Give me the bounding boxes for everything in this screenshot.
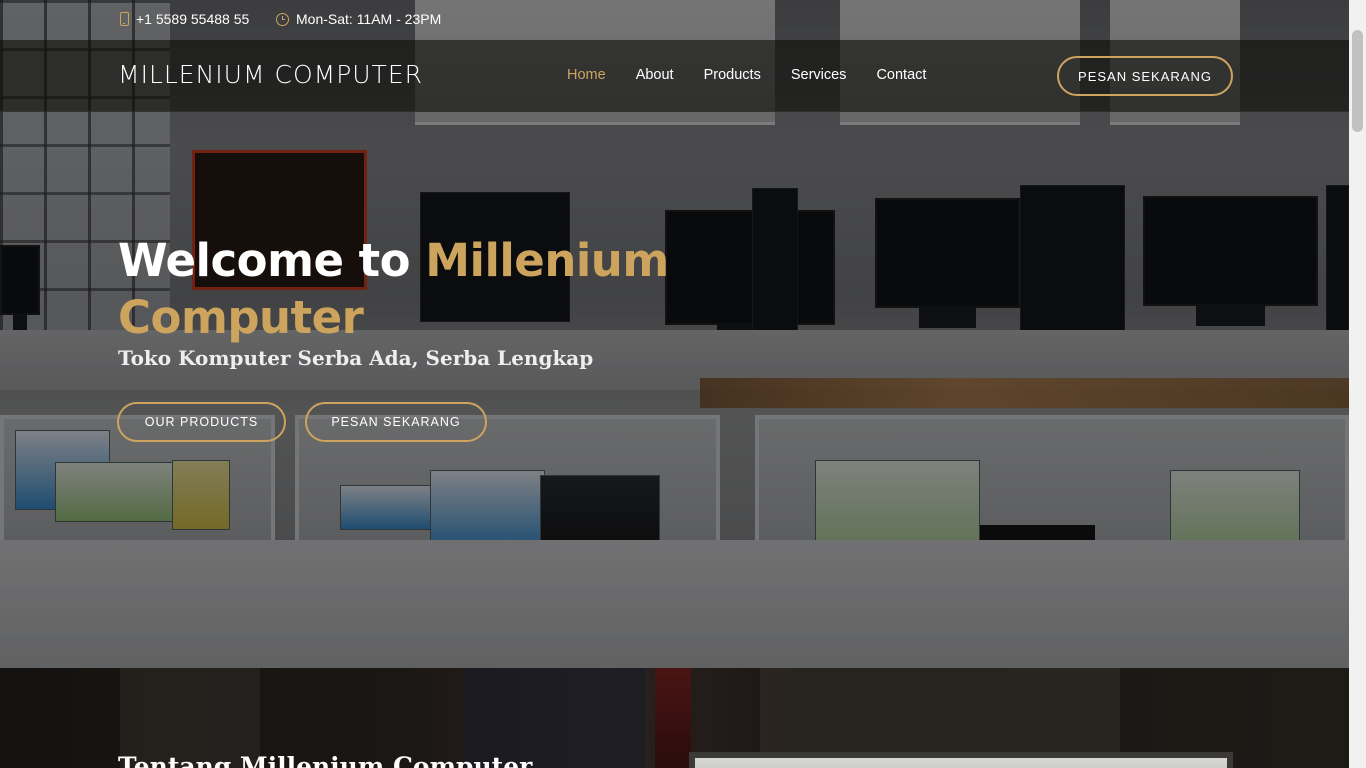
nav-menu: Home About Products Services Contact — [567, 67, 956, 83]
page: +1 5589 55488 55 Mon-Sat: 11AM - 23PM MI… — [0, 0, 1366, 768]
about-background-box — [655, 668, 691, 768]
nav-link-contact[interactable]: Contact — [876, 67, 926, 83]
phone-icon — [120, 12, 129, 26]
nav-link-products[interactable]: Products — [704, 67, 761, 83]
hero-title-white: Welcome to — [118, 234, 426, 287]
hero-title: Welcome to Millenium Computer — [118, 232, 738, 346]
hero-subtitle: Toko Komputer Serba Ada, Serba Lengkap — [118, 346, 594, 370]
page-scrollbar[interactable] — [1349, 0, 1366, 768]
about-section: Tentang Millenium Computer — [0, 668, 1349, 768]
clock-icon — [276, 12, 289, 26]
about-title: Tentang Millenium Computer — [118, 752, 533, 768]
nav-link-about[interactable]: About — [636, 67, 674, 83]
nav-link-services[interactable]: Services — [791, 67, 847, 83]
order-now-button[interactable]: PESAN SEKARANG — [1057, 56, 1233, 96]
site-logo[interactable]: MILLENIUM COMPUTER — [118, 60, 423, 89]
opening-hours: Mon-Sat: 11AM - 23PM — [296, 11, 442, 27]
top-info-bar: +1 5589 55488 55 Mon-Sat: 11AM - 23PM — [0, 0, 1349, 40]
scrollbar-thumb[interactable] — [1352, 30, 1363, 132]
phone-number: +1 5589 55488 55 — [136, 11, 250, 27]
hours-info: Mon-Sat: 11AM - 23PM — [276, 11, 441, 27]
phone-info: +1 5589 55488 55 — [120, 11, 249, 27]
navbar: MILLENIUM COMPUTER Home About Products S… — [0, 40, 1349, 112]
nav-link-home[interactable]: Home — [567, 67, 606, 83]
about-image — [689, 752, 1233, 768]
our-products-button[interactable]: OUR PRODUCTS — [117, 402, 286, 442]
hero-order-button[interactable]: PESAN SEKARANG — [305, 402, 487, 442]
